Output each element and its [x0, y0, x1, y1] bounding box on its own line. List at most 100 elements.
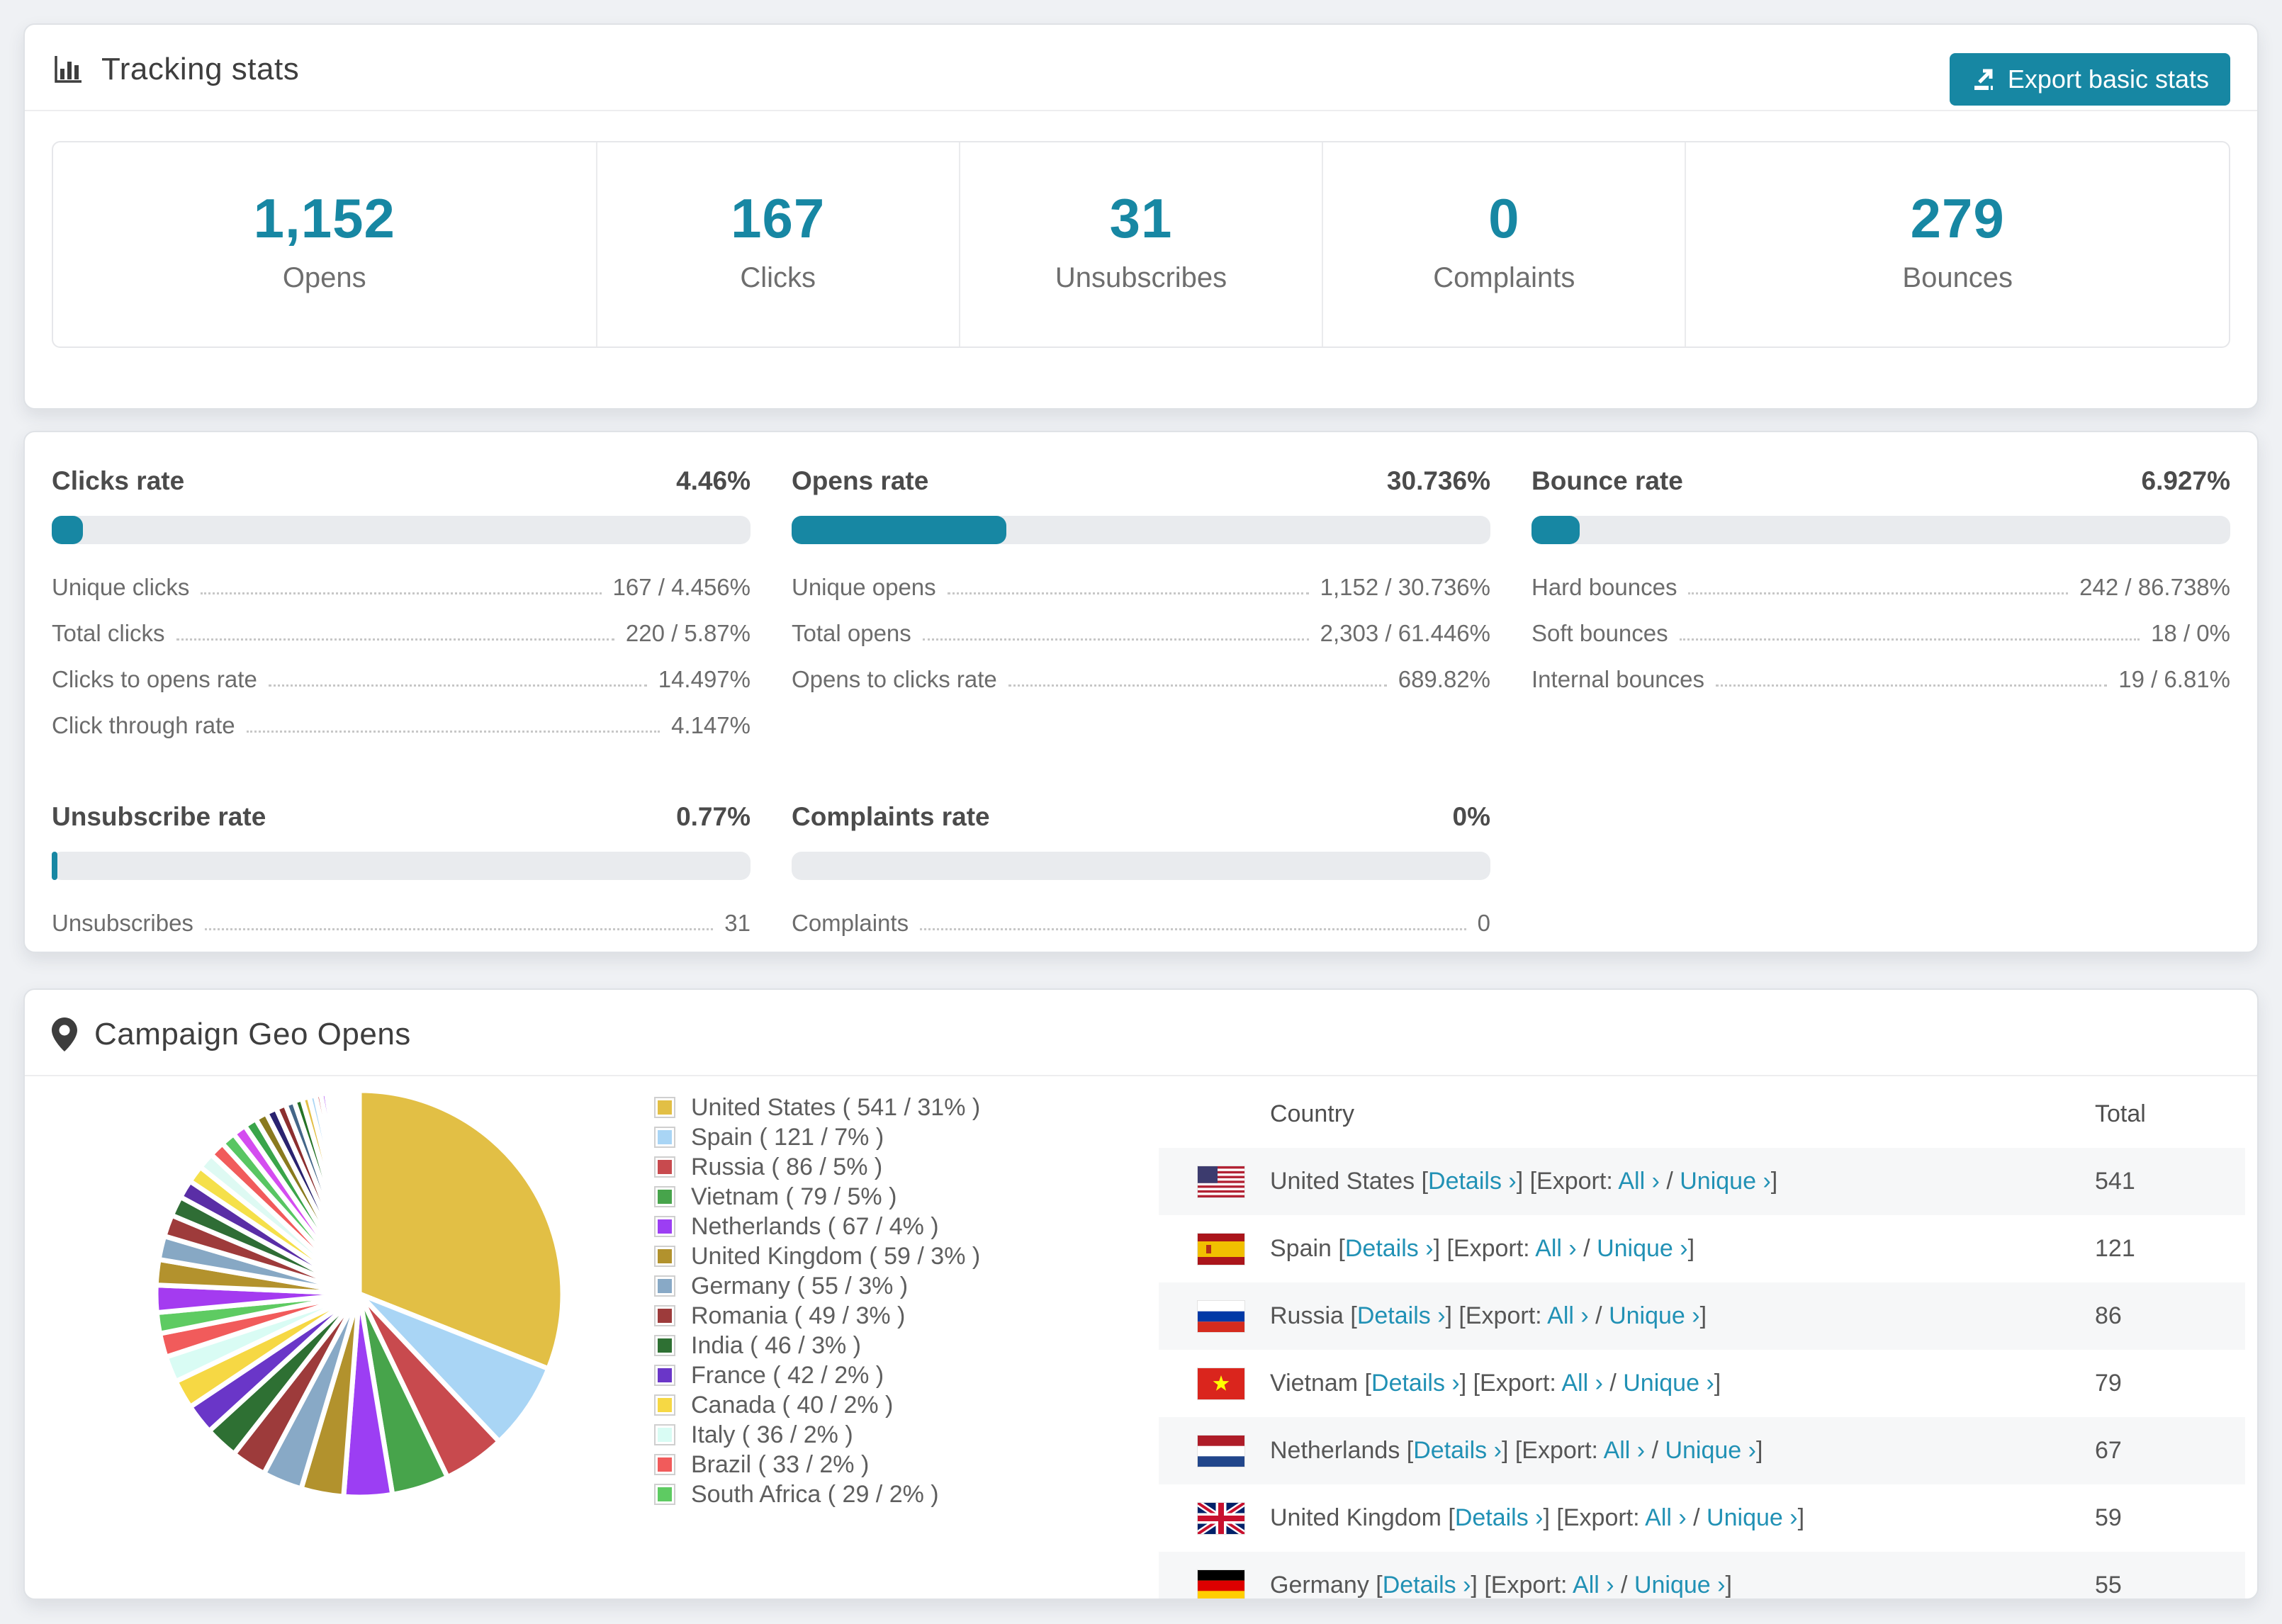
export-all-link[interactable]: All › — [1618, 1168, 1660, 1195]
export-unique-link[interactable]: Unique › — [1609, 1302, 1700, 1329]
rate-value: 0.77% — [676, 802, 751, 831]
geo-table: Country Total United States [Details ›] … — [1159, 1080, 2245, 1598]
details-link[interactable]: Details › — [1357, 1302, 1446, 1329]
rate-row-label: Unique opens — [792, 574, 936, 600]
rate-title: Complaints rate — [792, 802, 990, 831]
details-link[interactable]: Details › — [1345, 1235, 1434, 1262]
legend-label: Russia ( 86 / 5% ) — [691, 1153, 883, 1180]
legend-swatch — [654, 1365, 675, 1386]
geo-table-header: Country Total — [1159, 1080, 2245, 1148]
legend-item: South Africa ( 29 / 2% ) — [654, 1479, 980, 1509]
rate-row-label: Clicks to opens rate — [52, 666, 257, 692]
legend-item: France ( 42 / 2% ) — [654, 1360, 980, 1390]
country-total: 121 — [2095, 1235, 2135, 1262]
export-unique-link[interactable]: Unique › — [1665, 1437, 1756, 1464]
pie-legend: United States ( 541 / 31% ) Spain ( 121 /… — [654, 1093, 980, 1509]
stat-value: 167 — [731, 187, 826, 249]
dotted-leader — [246, 731, 661, 733]
export-unique-link[interactable]: Unique › — [1634, 1572, 1726, 1598]
rate-title: Clicks rate — [52, 466, 185, 495]
rate-row-value: 167 / 4.456% — [612, 574, 751, 600]
stat-value: 0 — [1488, 187, 1520, 249]
legend-label: United States ( 541 / 31% ) — [691, 1093, 981, 1121]
legend-label: Italy ( 36 / 2% ) — [691, 1421, 853, 1448]
rate-row: Soft bounces 18 / 0% — [1531, 620, 2230, 647]
legend-item: United States ( 541 / 31% ) — [654, 1093, 980, 1122]
legend-label: South Africa ( 29 / 2% ) — [691, 1480, 939, 1508]
export-unique-link[interactable]: Unique › — [1597, 1235, 1688, 1262]
rate-row: Unsubscribes 31 — [52, 910, 751, 937]
details-link[interactable]: Details › — [1455, 1504, 1544, 1531]
dotted-leader — [268, 684, 647, 687]
legend-label: Germany ( 55 / 3% ) — [691, 1272, 909, 1299]
progress-bar — [52, 852, 751, 880]
dotted-leader — [204, 928, 714, 930]
stat-box-unsubscribes: 31 Unsubscribes — [958, 142, 1322, 346]
rate-row-label: Unsubscribes — [52, 910, 193, 936]
rate-row-value: 1,152 / 30.736% — [1320, 574, 1490, 600]
rate-row-label: Complaints — [792, 910, 909, 936]
stat-label: Opens — [282, 262, 366, 293]
rate-row-value: 18 / 0% — [2151, 620, 2230, 646]
export-all-link[interactable]: All › — [1561, 1370, 1603, 1397]
legend-item: Romania ( 49 / 3% ) — [654, 1301, 980, 1331]
rate-row-label: Total clicks — [52, 620, 165, 646]
export-all-link[interactable]: All › — [1547, 1302, 1589, 1329]
rate-row-label: Click through rate — [52, 712, 235, 738]
export-all-link[interactable]: All › — [1535, 1235, 1577, 1262]
legend-item: Germany ( 55 / 3% ) — [654, 1271, 980, 1301]
legend-swatch — [654, 1246, 675, 1267]
country-name: United Kingdom [Details ›] [Export: All … — [1270, 1504, 1805, 1531]
legend-label: India ( 46 / 3% ) — [691, 1331, 862, 1359]
stat-label: Complaints — [1433, 262, 1575, 293]
details-link[interactable]: Details › — [1371, 1370, 1460, 1397]
legend-label: Canada ( 40 / 2% ) — [691, 1391, 894, 1419]
rate-title: Unsubscribe rate — [52, 802, 266, 831]
rate-row: Opens to clicks rate 689.82% — [792, 666, 1490, 693]
details-link[interactable]: Details › — [1413, 1437, 1502, 1464]
details-link[interactable]: Details › — [1428, 1168, 1517, 1195]
export-unique-link[interactable]: Unique › — [1707, 1504, 1798, 1531]
rates-card: Clicks rate 4.46% Unique clicks 167 / 4.456… — [23, 431, 2259, 953]
rate-row-value: 4.147% — [671, 712, 751, 738]
rate-row-value: 242 / 86.738% — [2079, 574, 2230, 600]
progress-fill — [1531, 516, 1580, 544]
rate-row-value: 31 — [724, 910, 751, 936]
export-unique-link[interactable]: Unique › — [1623, 1370, 1714, 1397]
geo-header: Campaign Geo Opens — [25, 990, 2257, 1076]
dotted-leader — [1008, 684, 1387, 687]
stat-box-clicks: 167 Clicks — [595, 142, 959, 346]
stat-box-opens: 1,152 Opens — [53, 142, 596, 346]
rate-row-value: 689.82% — [1398, 666, 1490, 692]
legend-label: Netherlands ( 67 / 4% ) — [691, 1212, 939, 1240]
dotted-leader — [1688, 592, 2069, 594]
legend-label: Vietnam ( 79 / 5% ) — [691, 1183, 897, 1210]
tracking-stats-title: Tracking stats — [101, 52, 300, 86]
geo-table-row-gb: United Kingdom [Details ›] [Export: All … — [1159, 1484, 2245, 1552]
country-name: Netherlands [Details ›] [Export: All › /… — [1270, 1437, 1763, 1464]
stat-box-complaints: 0 Complaints — [1322, 142, 1685, 346]
rate-row: Total opens 2,303 / 61.446% — [792, 620, 1490, 647]
legend-swatch — [654, 1186, 675, 1207]
rate-panel-unsubscribe-rate: Unsubscribe rate 0.77% Unsubscribes 31 — [52, 802, 751, 956]
rate-row-label: Internal bounces — [1531, 666, 1705, 692]
stat-label: Bounces — [1902, 262, 2013, 293]
rate-row-value: 2,303 / 61.446% — [1320, 620, 1490, 646]
rate-row-value: 220 / 5.87% — [625, 620, 751, 646]
rate-row-value: 0 — [1477, 910, 1490, 936]
export-all-link[interactable]: All › — [1604, 1437, 1646, 1464]
legend-item: Russia ( 86 / 5% ) — [654, 1152, 980, 1182]
country-total: 55 — [2095, 1572, 2122, 1598]
details-link[interactable]: Details › — [1383, 1572, 1471, 1598]
export-unique-link[interactable]: Unique › — [1680, 1168, 1771, 1195]
export-basic-stats-button[interactable]: Export basic stats — [1949, 53, 2230, 106]
rate-row: Unique clicks 167 / 4.456% — [52, 574, 751, 601]
geo-table-row-es: Spain [Details ›] [Export: All › / Uniqu… — [1159, 1215, 2245, 1282]
geo-table-row-vn: Vietnam [Details ›] [Export: All › / Uni… — [1159, 1350, 2245, 1417]
country-name: Spain [Details ›] [Export: All › / Uniqu… — [1270, 1235, 1695, 1262]
progress-fill — [52, 852, 57, 880]
country-total: 541 — [2095, 1168, 2135, 1195]
legend-item: India ( 46 / 3% ) — [654, 1331, 980, 1360]
export-all-link[interactable]: All › — [1645, 1504, 1687, 1531]
export-all-link[interactable]: All › — [1573, 1572, 1614, 1598]
